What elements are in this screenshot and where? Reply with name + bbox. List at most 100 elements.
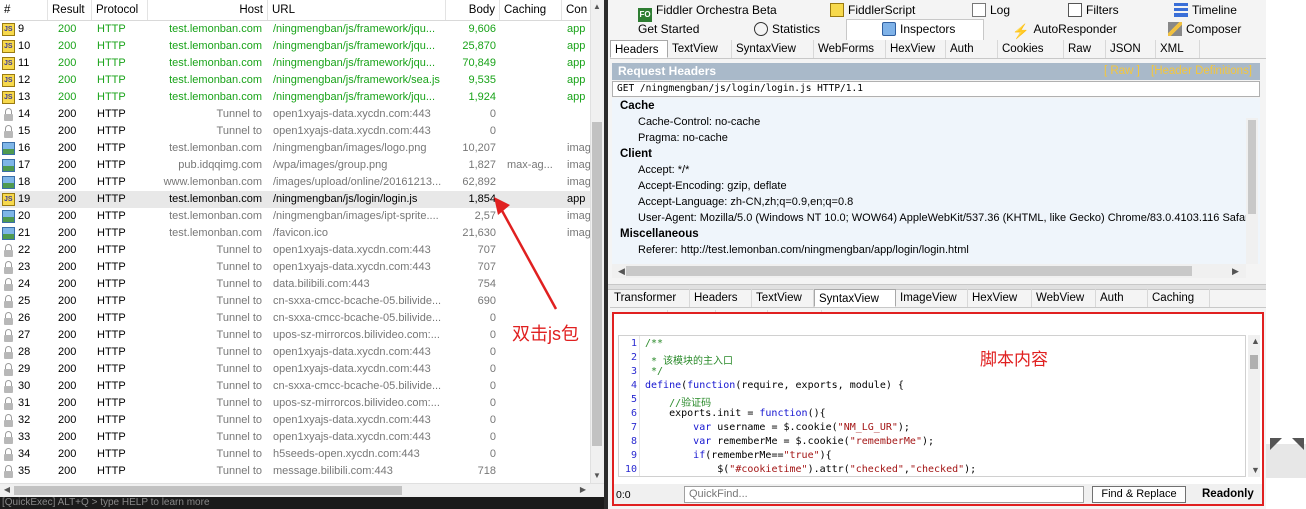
session-body: 70,849 xyxy=(462,57,496,69)
session-row[interactable]: 14 200 HTTP Tunnel to open1xyajs-data.xycdn.… xyxy=(0,106,590,123)
tab-log[interactable]: Log xyxy=(972,1,1010,19)
session-body: 0 xyxy=(489,108,496,120)
session-protocol: HTTP xyxy=(97,414,126,426)
request-tab-textview[interactable]: TextView xyxy=(668,40,732,58)
line-number: 1 xyxy=(630,338,637,349)
tab-filters[interactable]: Filters xyxy=(1068,1,1119,19)
session-row[interactable]: 16 200 HTTP test.lemonban.com/ningmengban/i… xyxy=(0,140,590,157)
response-tab-textview[interactable]: TextView xyxy=(752,289,814,307)
code-vertical-scroll-thumb[interactable] xyxy=(1250,355,1258,369)
request-tab-json[interactable]: JSON xyxy=(1106,40,1156,58)
header-group[interactable]: Client xyxy=(620,148,652,160)
tab-autoresponder[interactable]: ⚡ AutoResponder xyxy=(1012,20,1117,38)
response-tab-webview[interactable]: WebView xyxy=(1032,289,1096,307)
session-body: 1,827 xyxy=(468,159,496,171)
headers-vertical-scroll-thumb[interactable] xyxy=(1248,120,1256,214)
col-header-body[interactable]: Body xyxy=(446,0,500,20)
col-header-protocol[interactable]: Protocol xyxy=(92,0,148,20)
response-tab-transformer[interactable]: Transformer xyxy=(610,289,690,307)
session-row[interactable]: 15 200 HTTP Tunnel to open1xyajs-data.xycdn.… xyxy=(0,123,590,140)
tab-get-started[interactable]: Get Started xyxy=(638,20,699,38)
tab-timeline[interactable]: Timeline xyxy=(1174,1,1237,19)
header-item[interactable]: Cache-Control: no-cache xyxy=(638,116,760,128)
col-header-host[interactable]: Host xyxy=(148,0,268,20)
request-tab-hexview[interactable]: HexView xyxy=(886,40,946,58)
request-tab-auth[interactable]: Auth xyxy=(946,40,998,58)
lightning-icon: ⚡ xyxy=(1012,23,1030,39)
session-row[interactable]: 32 200 HTTP Tunnel to open1xyajs-data.xycdn.… xyxy=(0,412,590,429)
response-tab-syntaxview[interactable]: SyntaxView xyxy=(814,289,896,307)
request-tab-webforms[interactable]: WebForms xyxy=(814,40,886,58)
line-number: 2 xyxy=(630,352,637,363)
code-line: var rememberMe = $.cookie("rememberMe"); xyxy=(693,436,935,447)
request-tab-xml[interactable]: XML xyxy=(1156,40,1200,58)
tab-fiddlerscript[interactable]: FiddlerScript xyxy=(830,1,915,19)
header-group[interactable]: Cache xyxy=(620,100,655,112)
header-item[interactable]: Referer: http://test.lemonban.com/ningme… xyxy=(638,244,969,256)
header-item[interactable]: Pragma: no-cache xyxy=(638,132,728,144)
header-item[interactable]: Accept-Encoding: gzip, deflate xyxy=(638,180,787,192)
session-row[interactable]: 18 200 HTTP www.lemonban.com/images/upload/… xyxy=(0,174,590,191)
quickfind-input[interactable]: QuickFind... xyxy=(684,486,1084,503)
raw-link[interactable]: [ Raw ] xyxy=(1104,65,1140,77)
session-row[interactable]: 11 200 HTTP test.lemonban.com/ningmengban/j… xyxy=(0,55,590,72)
session-row[interactable]: 13 200 HTTP test.lemonban.com/ningmengban/j… xyxy=(0,89,590,106)
col-header-content[interactable]: Con xyxy=(562,0,590,20)
request-tab-cookies[interactable]: Cookies xyxy=(998,40,1064,58)
headers-horizontal-scroll-thumb[interactable] xyxy=(626,266,1192,276)
scroll-down-icon[interactable]: ▼ xyxy=(590,469,604,483)
session-body: 9,606 xyxy=(468,23,496,35)
header-definitions-link[interactable]: [Header Definitions] xyxy=(1151,65,1252,77)
session-row[interactable]: 10 200 HTTP test.lemonban.com/ningmengban/j… xyxy=(0,38,590,55)
col-header-number[interactable]: # xyxy=(0,0,48,20)
response-tab-auth[interactable]: Auth xyxy=(1096,289,1148,307)
session-row[interactable]: 29 200 HTTP Tunnel to open1xyajs-data.xycdn.… xyxy=(0,361,590,378)
scroll-down-icon[interactable]: ▼ xyxy=(1251,465,1260,475)
session-row[interactable]: 17 200 HTTP pub.idqqimg.com/wpa/images/grou… xyxy=(0,157,590,174)
expand-arrow-icon[interactable] xyxy=(1268,436,1306,464)
scroll-up-icon[interactable]: ▲ xyxy=(590,0,604,14)
tab-statistics[interactable]: Statistics xyxy=(754,20,820,38)
session-row[interactable]: 9 200 HTTP test.lemonban.com/ningmengban/js… xyxy=(0,21,590,38)
request-tab-syntaxview[interactable]: SyntaxView xyxy=(732,40,814,58)
header-item[interactable]: User-Agent: Mozilla/5.0 (Windows NT 10.0… xyxy=(638,212,1254,224)
session-content-type xyxy=(567,378,590,395)
session-body: 1,924 xyxy=(468,91,496,103)
session-protocol: HTTP xyxy=(97,210,126,222)
session-row[interactable]: 35 200 HTTP Tunnel to message.bilibili.com:4… xyxy=(0,463,590,480)
session-row[interactable]: 33 200 HTTP Tunnel to open1xyajs-data.xycdn.… xyxy=(0,429,590,446)
quickexec-bar[interactable]: [QuickExec] ALT+Q > type HELP to learn m… xyxy=(0,497,604,509)
session-caching xyxy=(507,140,559,157)
horizontal-scroll-thumb[interactable] xyxy=(14,486,402,495)
vertical-scroll-thumb[interactable] xyxy=(592,122,602,446)
tab-inspectors[interactable]: Inspectors xyxy=(882,20,955,38)
header-group[interactable]: Miscellaneous xyxy=(620,228,699,240)
session-row[interactable]: 34 200 HTTP Tunnel to h5seeds-open.xycdn.com… xyxy=(0,446,590,463)
tab-composer[interactable]: Composer xyxy=(1168,20,1241,38)
session-row[interactable]: 12 200 HTTP test.lemonban.com/ningmengban/j… xyxy=(0,72,590,89)
response-tab-imageview[interactable]: ImageView xyxy=(896,289,968,307)
tab-fiddler-orchestra[interactable]: FO Fiddler Orchestra Beta xyxy=(638,1,777,22)
header-item[interactable]: Accept: */* xyxy=(638,164,689,176)
session-row[interactable]: 28 200 HTTP Tunnel to open1xyajs-data.xycdn.… xyxy=(0,344,590,361)
col-header-result[interactable]: Result xyxy=(48,0,92,20)
session-result: 200 xyxy=(58,108,77,120)
request-tab-headers[interactable]: Headers xyxy=(610,40,668,58)
scroll-right-icon[interactable]: ▶ xyxy=(1232,266,1239,277)
col-header-url[interactable]: URL xyxy=(268,0,446,20)
find-replace-button[interactable]: Find & Replace xyxy=(1092,486,1186,503)
scroll-left-icon[interactable]: ◀ xyxy=(618,266,625,277)
scroll-right-icon[interactable]: ▶ xyxy=(576,483,590,497)
scroll-left-icon[interactable]: ◀ xyxy=(0,483,14,497)
session-row[interactable]: 27 200 HTTP Tunnel to upos-sz-mirrorcos.bili… xyxy=(0,327,590,344)
header-item[interactable]: Accept-Language: zh-CN,zh;q=0.9,en;q=0.8 xyxy=(638,196,853,208)
response-tab-headers[interactable]: Headers xyxy=(690,289,752,307)
syntax-view-editor[interactable]: 1 /** 2 * 该模块的主入口 3 */ 4 define(function(requ… xyxy=(618,335,1246,477)
response-tab-hexview[interactable]: HexView xyxy=(968,289,1032,307)
response-tab-caching[interactable]: Caching xyxy=(1148,289,1210,307)
session-row[interactable]: 31 200 HTTP Tunnel to upos-sz-mirrorcos.bili… xyxy=(0,395,590,412)
request-tab-raw[interactable]: Raw xyxy=(1064,40,1106,58)
session-row[interactable]: 30 200 HTTP Tunnel to cn-sxxa-cmcc-bcache-05… xyxy=(0,378,590,395)
scroll-up-icon[interactable]: ▲ xyxy=(1251,336,1260,346)
col-header-caching[interactable]: Caching xyxy=(500,0,562,20)
